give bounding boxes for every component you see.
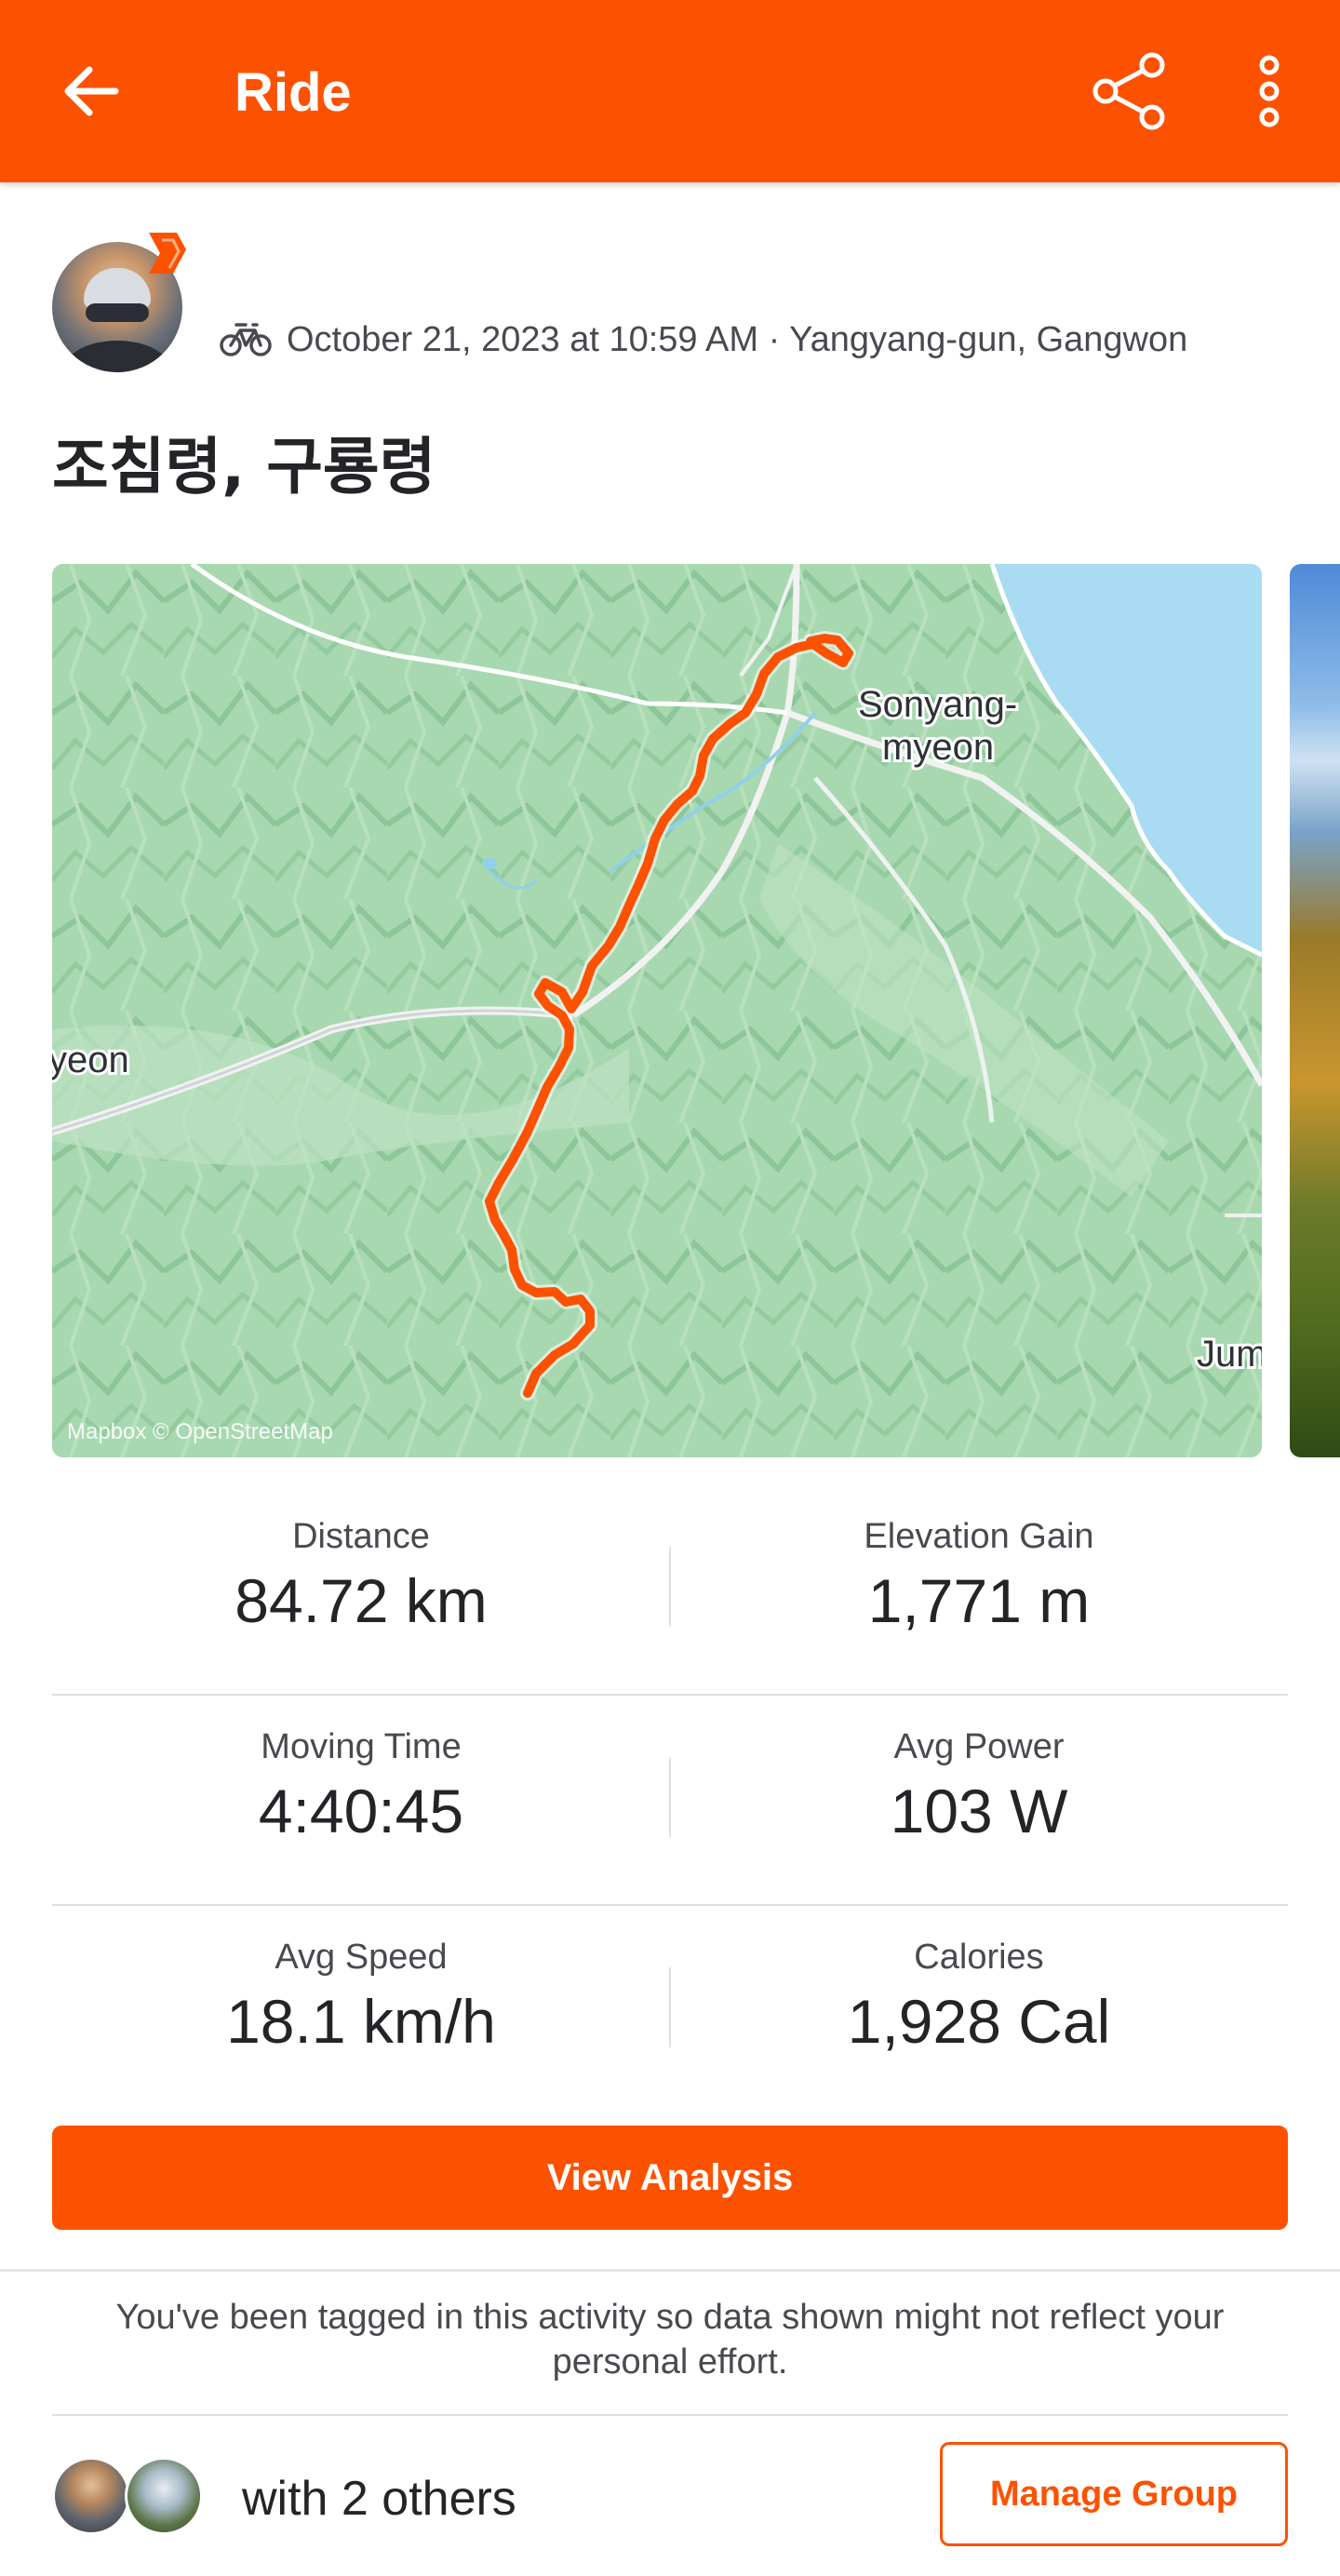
page-title: Ride (234, 62, 352, 123)
stat-value: 1,928 Cal (847, 1987, 1111, 2056)
with-others-label[interactable]: with 2 others (242, 2470, 516, 2528)
tagged-notice: You've been tagged in this activity so d… (115, 2298, 1225, 2381)
group-member-avatar[interactable] (125, 2457, 203, 2535)
arrow-left-icon[interactable] (54, 54, 128, 128)
manage-group-button[interactable]: Manage Group (940, 2442, 1288, 2546)
map-label-sonyang: Sonyang- (858, 684, 1017, 725)
group-member-avatar[interactable] (52, 2457, 130, 2535)
bike-icon (220, 323, 272, 356)
activity-meta: October 21, 2023 at 10:59 AM · Yangyang-… (220, 316, 1187, 363)
app-bar: Ride (0, 0, 1340, 182)
share-icon[interactable] (1087, 48, 1172, 134)
stat-calories: Calories 1,928 Cal (670, 1906, 1288, 2059)
stat-value: 84.72 km (234, 1566, 488, 1635)
stats-row: Avg Speed 18.1 km/h Calories 1,928 Cal (52, 1906, 1288, 2116)
stat-label: Avg Speed (275, 1938, 448, 1977)
stat-label: Elevation Gain (864, 1517, 1094, 1556)
stat-value: 18.1 km/h (226, 1987, 496, 2056)
map-label-right: Jum (1197, 1334, 1262, 1375)
more-vertical-icon[interactable] (1243, 48, 1295, 134)
stat-avg-speed: Avg Speed 18.1 km/h (52, 1906, 670, 2059)
section-divider (0, 2269, 1340, 2272)
activity-datetime-location: October 21, 2023 at 10:59 AM · Yangyang-… (287, 319, 1188, 359)
stat-moving-time: Moving Time 4:40:45 (52, 1696, 670, 1848)
view-analysis-button[interactable]: View Analysis (52, 2126, 1288, 2230)
map-label-myeon: myeon (882, 727, 994, 768)
stat-label: Calories (914, 1938, 1044, 1977)
stat-value: 4:40:45 (258, 1777, 464, 1845)
stat-distance: Distance 84.72 km (52, 1485, 670, 1638)
stats-row: Moving Time 4:40:45 Avg Power 103 W (52, 1696, 1288, 1906)
map-label-left: yeon (52, 1040, 129, 1080)
stat-avg-power: Avg Power 103 W (670, 1696, 1288, 1848)
stat-value: 1,771 m (867, 1566, 1091, 1635)
map-attribution: Mapbox © OpenStreetMap (67, 1419, 333, 1444)
group-row: with 2 others Manage Group (52, 2438, 1288, 2556)
stat-elevation-gain: Elevation Gain 1,771 m (670, 1485, 1288, 1638)
divider (52, 2414, 1288, 2416)
stat-label: Moving Time (261, 1727, 462, 1766)
subscriber-badge-icon (149, 233, 186, 274)
activity-photo-preview[interactable] (1290, 564, 1340, 1457)
activity-title: 조침령, 구룡령 (52, 431, 436, 503)
stat-label: Avg Power (893, 1727, 1065, 1766)
stat-label: Distance (292, 1517, 430, 1556)
map-canvas: Sonyang- myeon yeon Jum Mapbox © OpenStr… (52, 564, 1262, 1457)
stats-grid: Distance 84.72 km Elevation Gain 1,771 m… (52, 1485, 1288, 2116)
athlete-avatar[interactable] (52, 233, 192, 372)
route-map[interactable]: Sonyang- myeon yeon Jum Mapbox © OpenStr… (52, 564, 1262, 1457)
stats-row: Distance 84.72 km Elevation Gain 1,771 m (52, 1485, 1288, 1696)
stat-value: 103 W (890, 1777, 1068, 1845)
